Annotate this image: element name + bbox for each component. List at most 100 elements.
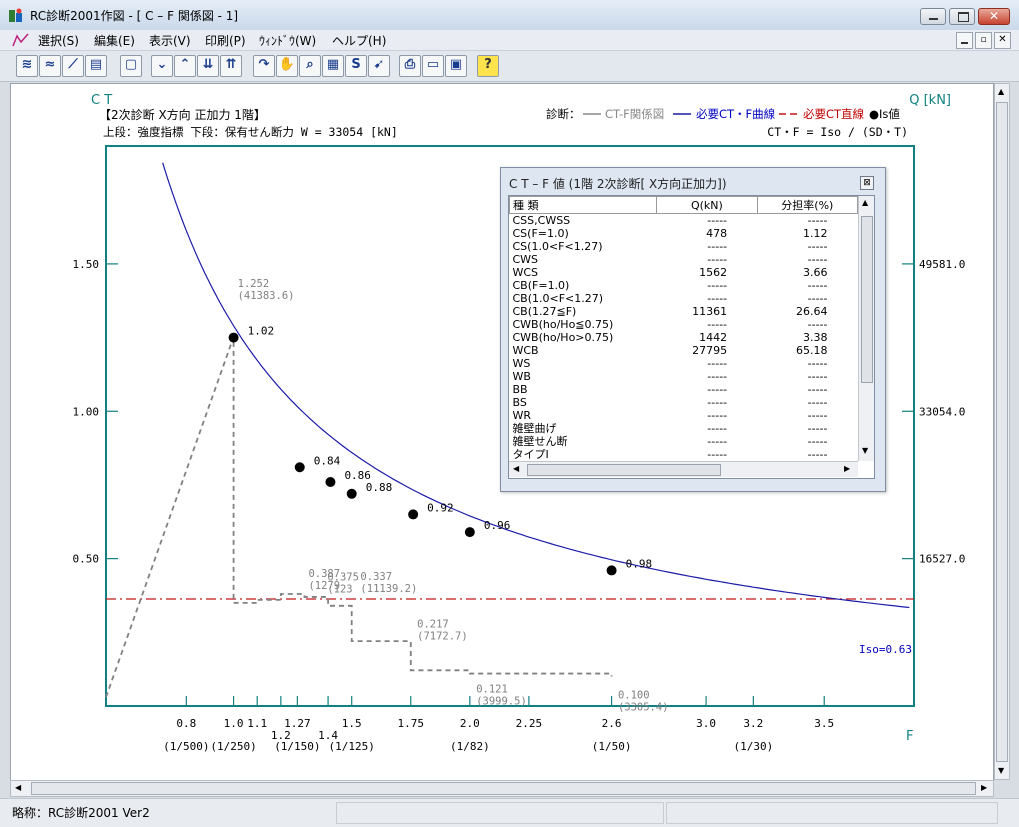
table-horizontal-scrollbar[interactable]: ◀ ▶ xyxy=(509,461,858,477)
is-value-point[interactable] xyxy=(408,509,419,520)
scroll-left-icon[interactable]: ◀ xyxy=(513,464,519,473)
table-row[interactable]: CWS ----- ----- xyxy=(510,253,858,266)
preview-button[interactable]: ▭ xyxy=(422,55,444,77)
document-button[interactable]: ▢ xyxy=(120,55,142,77)
main-hscroll-thumb[interactable] xyxy=(31,782,976,795)
is-value-label: 1.02 xyxy=(248,325,275,338)
table-row[interactable]: 雑壁せん断 ----- ----- xyxy=(510,435,858,448)
table-scroll-thumb[interactable] xyxy=(861,216,873,383)
ctf-value-panel[interactable]: C T – F 値 (1階 2次診断[ X方向正加力]) ⊠ 種 類 Q(kN)… xyxy=(500,167,886,492)
is-value-label: 0.84 xyxy=(314,454,341,467)
table-row[interactable]: WCB 27795 65.18 xyxy=(510,344,858,357)
ratio-cell: ----- xyxy=(807,370,828,383)
arrow-button[interactable]: ➹ xyxy=(368,55,390,77)
table-row[interactable]: WS ----- ----- xyxy=(510,357,858,370)
ctf-annotation-q: (41383.6) xyxy=(238,290,295,302)
scroll-down-icon[interactable]: ▼ xyxy=(862,446,868,455)
ratio-cell: ----- xyxy=(807,253,828,266)
ct-f-icon: ≋ xyxy=(21,57,33,72)
table-hscroll-thumb[interactable] xyxy=(527,464,721,476)
scroll-up-icon[interactable]: ▲ xyxy=(862,198,868,207)
is-value-point[interactable] xyxy=(346,488,357,499)
is-value-point[interactable] xyxy=(464,527,475,538)
x-tick-label: 0.8 xyxy=(176,717,196,730)
is-value-point[interactable] xyxy=(294,462,305,473)
x-tick-label: 3.0 xyxy=(696,717,716,730)
legend-required-line: 必要CT直線 xyxy=(803,107,865,121)
is-value-point[interactable] xyxy=(606,565,617,576)
menu-print[interactable]: 印刷(P) xyxy=(205,32,246,49)
help-button[interactable]: ? xyxy=(477,55,499,77)
double-chevron-down-button[interactable]: ⇊ xyxy=(197,55,219,77)
column-header-ratio[interactable]: 分担率(%) xyxy=(756,196,859,214)
redo-button[interactable]: ↷ xyxy=(253,55,275,77)
menu-window[interactable]: ｳｨﾝﾄﾞｳ(W) xyxy=(259,32,316,49)
main-scroll-thumb[interactable] xyxy=(996,102,1008,762)
column-header-type[interactable]: 種 類 xyxy=(509,196,658,214)
menu-help[interactable]: ヘルプ(H) xyxy=(332,32,386,49)
table-row[interactable]: CWB(ho/Ho≦0.75) ----- ----- xyxy=(510,318,858,331)
table-vertical-scrollbar[interactable]: ▲ ▼ xyxy=(858,196,874,461)
table-row[interactable]: CB(1.0<F<1.27) ----- ----- xyxy=(510,292,858,305)
double-chevron-up-button[interactable]: ⇈ xyxy=(220,55,242,77)
scroll-right-icon[interactable]: ▶ xyxy=(844,464,850,473)
print-button[interactable]: ⎙ xyxy=(399,55,421,77)
panel-close-button[interactable]: ⊠ xyxy=(860,176,874,190)
table-row[interactable]: タイプⅠ ----- ----- xyxy=(510,448,858,461)
table-row[interactable]: CWB(ho/Ho>0.75) 1442 3.38 xyxy=(510,331,858,344)
ct-f2-button[interactable]: ≈ xyxy=(39,55,61,77)
scroll-up-icon[interactable]: ▲ xyxy=(998,87,1004,96)
q-cell: 478 xyxy=(706,227,728,240)
help-icon: ? xyxy=(484,57,492,72)
grid-button[interactable]: ▦ xyxy=(322,55,344,77)
child-restore-button[interactable]: ▫ xyxy=(975,32,992,49)
table-row[interactable]: WCS 1562 3.66 xyxy=(510,266,858,279)
table-row[interactable]: CSS,CWSS ----- ----- xyxy=(510,214,858,228)
child-minimize-button[interactable] xyxy=(956,32,973,49)
drift-ratio-label: (1/82) xyxy=(450,740,490,753)
main-vertical-scrollbar[interactable]: ▲ ▼ xyxy=(994,83,1010,780)
table-button[interactable]: ▤ xyxy=(85,55,107,77)
table-row[interactable]: CS(F=1.0) 478 1.12 xyxy=(510,227,858,240)
is-value-label: 0.98 xyxy=(626,557,653,570)
menu-edit[interactable]: 編集(E) xyxy=(94,32,135,49)
chevron-up-button[interactable]: ⌃ xyxy=(174,55,196,77)
table-row[interactable]: BS ----- ----- xyxy=(510,396,858,409)
graph-button[interactable]: ⟋ xyxy=(62,55,84,77)
y-right-tick-label: 49581.0 xyxy=(919,258,965,271)
table-row[interactable]: WR ----- ----- xyxy=(510,409,858,422)
setup-button[interactable]: ▣ xyxy=(445,55,467,77)
document-app-icon xyxy=(12,33,29,47)
menu-select[interactable]: 選択(S) xyxy=(38,32,79,49)
print-icon: ⎙ xyxy=(404,57,416,72)
chevron-down-button[interactable]: ⌄ xyxy=(151,55,173,77)
zoom-button[interactable]: ⌕ xyxy=(299,55,321,77)
table-row[interactable]: WB ----- ----- xyxy=(510,370,858,383)
grid-icon: ▦ xyxy=(326,57,340,72)
scroll-left-icon[interactable]: ◀ xyxy=(15,783,21,792)
is-value-point[interactable] xyxy=(325,477,336,487)
maximize-button[interactable] xyxy=(949,8,975,25)
s-button[interactable]: S xyxy=(345,55,367,77)
main-horizontal-scrollbar[interactable]: ◀ ▶ xyxy=(10,780,994,797)
is-value-point[interactable] xyxy=(228,332,239,343)
title-bar: RC診断2001作図 - [ C – F 関係図 - 1] ✕ xyxy=(0,0,1019,31)
q-cell: ----- xyxy=(707,279,728,292)
minimize-button[interactable] xyxy=(920,8,946,25)
table-row[interactable]: BB ----- ----- xyxy=(510,383,858,396)
ct-f-button[interactable]: ≋ xyxy=(16,55,38,77)
table-row[interactable]: CS(1.0<F<1.27) ----- ----- xyxy=(510,240,858,253)
ct-axis-label: C T xyxy=(91,93,112,108)
menu-view[interactable]: 表示(V) xyxy=(149,32,191,49)
arrow-icon: ➹ xyxy=(373,57,385,72)
column-header-q[interactable]: Q(kN) xyxy=(656,196,758,214)
close-button[interactable]: ✕ xyxy=(978,8,1010,25)
hand-button[interactable]: ✋ xyxy=(276,55,298,77)
table-row[interactable]: CB(1.27≦F) 11361 26.64 xyxy=(510,305,858,318)
scroll-right-icon[interactable]: ▶ xyxy=(981,783,987,792)
child-close-button[interactable]: ✕ xyxy=(994,32,1011,49)
restore-icon xyxy=(958,12,969,22)
table-row[interactable]: 雑壁曲げ ----- ----- xyxy=(510,422,858,435)
table-row[interactable]: CB(F=1.0) ----- ----- xyxy=(510,279,858,292)
scroll-down-icon[interactable]: ▼ xyxy=(998,766,1004,775)
